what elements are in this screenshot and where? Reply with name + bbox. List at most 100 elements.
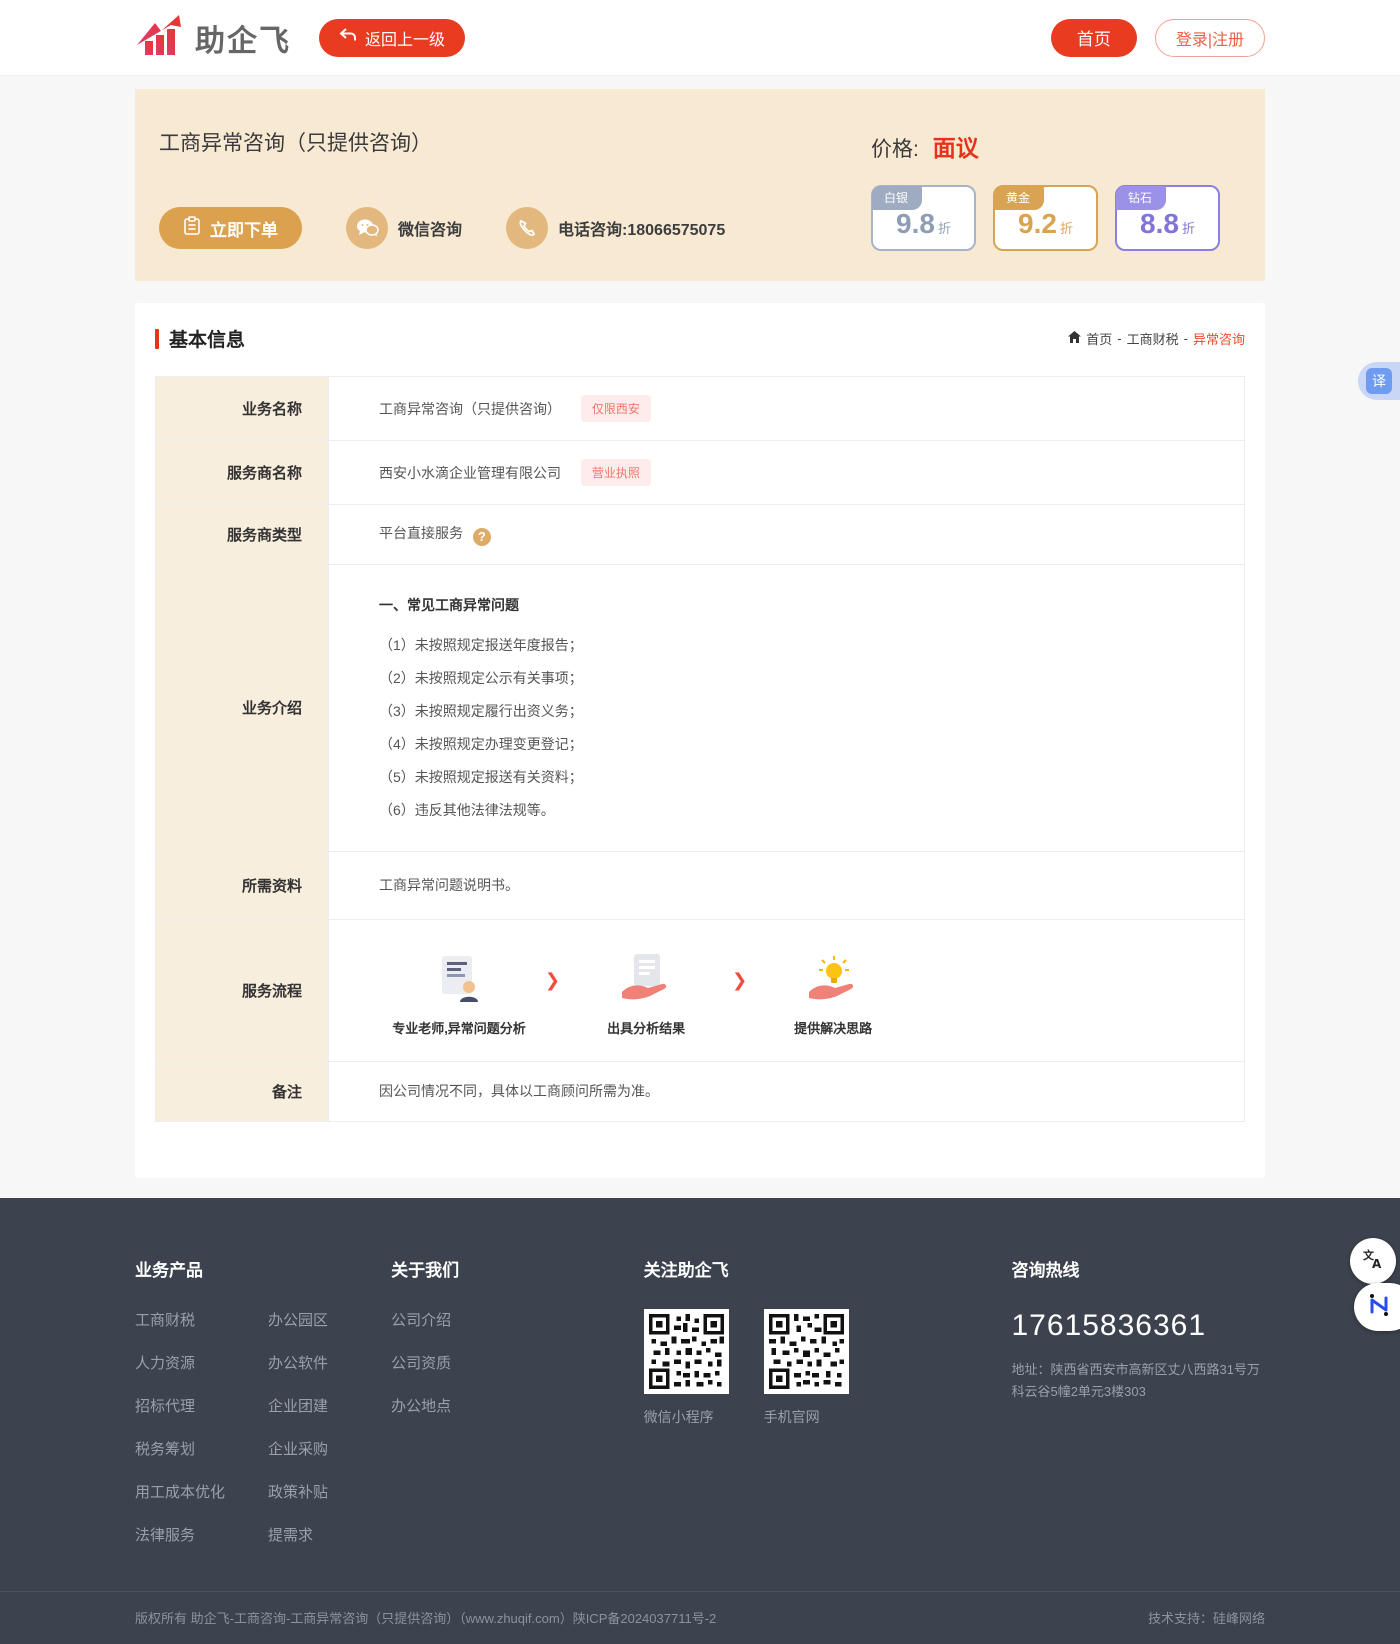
service-flow: 专业老师,异常问题分析 ❯ (379, 938, 1224, 1043)
phone-consult[interactable]: 电话咨询:18066575075 (506, 207, 725, 249)
section-title: 基本信息 (155, 325, 245, 352)
back-icon (339, 27, 357, 48)
home-button[interactable]: 首页 (1051, 19, 1137, 57)
breadcrumb-home[interactable]: 首页 (1086, 329, 1112, 348)
hand-document-icon (620, 952, 672, 1004)
table-row-intro: 业务介绍 一、常见工商异常问题 （1）未按照规定报送年度报告； （2）未按照规定… (156, 564, 1245, 851)
table-row-provider-type: 服务商类型 平台直接服务 ? (156, 505, 1245, 565)
qr-mobile-site-label: 手机官网 (764, 1407, 849, 1427)
back-button[interactable]: 返回上一级 (319, 19, 465, 57)
google-translate-fab[interactable]: 文 A (1350, 1238, 1396, 1284)
breadcrumb-sep: - (1117, 331, 1121, 346)
footer-link[interactable]: 公司资质 (391, 1352, 583, 1373)
logo-icon (135, 13, 187, 62)
tier-diamond-tag: 钻石 (1116, 186, 1166, 210)
intro-item: （2）未按照规定公示有关事项； (379, 662, 1224, 695)
qr-code-image (764, 1309, 849, 1394)
order-now-label: 立即下单 (210, 216, 278, 241)
wechat-consult-label: 微信咨询 (398, 216, 462, 240)
intro-item: （5）未按照规定报送有关资料； (379, 761, 1224, 794)
section-title-bar (155, 329, 159, 349)
back-button-label: 返回上一级 (365, 26, 445, 50)
tech-support-text: 技术支持：硅峰网络 (1148, 1608, 1265, 1627)
translate-icon: 译 (1366, 368, 1392, 394)
flow-step-2-label: 出具分析结果 (607, 1018, 685, 1037)
footer-bottom-bar: 版权所有 助企飞-工商咨询-工商异常咨询（只提供咨询）（www.zhuqif.c… (0, 1591, 1400, 1644)
tier-gold[interactable]: 黄金 9.2 折 (993, 185, 1098, 251)
table-row-provider: 服务商名称 西安小水滴企业管理有限公司 营业执照 (156, 441, 1245, 505)
service-name-value: 工商异常咨询（只提供咨询） (379, 401, 561, 417)
footer-link[interactable]: 法律服务 (135, 1524, 240, 1545)
breadcrumb-sep: - (1184, 331, 1188, 346)
footer-link[interactable]: 税务筹划 (135, 1438, 240, 1459)
tier-diamond-discount: 8.8 (1140, 208, 1179, 240)
intro-item: （3）未按照规定履行出资义务； (379, 695, 1224, 728)
footer-hotline-column: 咨询热线 17615836361 地址：陕西省西安市高新区丈八西路31号万科云谷… (1011, 1256, 1265, 1545)
footer-link[interactable]: 办公地点 (391, 1395, 583, 1416)
breadcrumb-section[interactable]: 工商财税 (1127, 329, 1179, 348)
tier-gold-discount: 9.2 (1018, 208, 1057, 240)
footer-link[interactable]: 工商财税 (135, 1309, 240, 1330)
footer-link[interactable]: 办公软件 (268, 1352, 379, 1373)
price-row: 价格: 面议 (871, 129, 1241, 163)
breadcrumb-current: 异常咨询 (1193, 329, 1245, 348)
flow-arrow-icon: ❯ (732, 970, 747, 991)
intro-item: （1）未按照规定报送年度报告； (379, 629, 1224, 662)
footer-link[interactable]: 提需求 (268, 1524, 379, 1545)
footer-link[interactable]: 人力资源 (135, 1352, 240, 1373)
tier-silver[interactable]: 白银 9.8 折 (871, 185, 976, 251)
tier-diamond[interactable]: 钻石 8.8 折 (1115, 185, 1220, 251)
qr-miniprogram: 微信小程序 (644, 1309, 729, 1427)
price-label: 价格: (871, 138, 919, 161)
footer-about-title: 关于我们 (391, 1256, 583, 1281)
row-label: 服务商类型 (156, 505, 329, 565)
logo[interactable]: 助企飞 (135, 13, 291, 62)
tier-gold-unit: 折 (1060, 218, 1073, 237)
wechat-icon (346, 207, 388, 249)
footer-link[interactable]: 企业采购 (268, 1438, 379, 1459)
footer-products-column: 业务产品 工商财税 办公园区 人力资源 办公软件 招标代理 企业团建 税务筹划 … (135, 1256, 379, 1545)
region-badge: 仅限西安 (581, 395, 651, 422)
clipboard-icon (183, 216, 201, 241)
wechat-consult[interactable]: 微信咨询 (346, 207, 462, 249)
hotline-number: 17615836361 (1011, 1309, 1265, 1343)
login-register-button[interactable]: 登录|注册 (1155, 19, 1265, 57)
table-row-materials: 所需资料 工商异常问题说明书。 (156, 851, 1245, 919)
footer-link[interactable]: 政策补贴 (268, 1481, 379, 1502)
order-now-button[interactable]: 立即下单 (159, 207, 302, 249)
intro-item: （6）违反其他法律法规等。 (379, 794, 1224, 827)
row-label: 服务商名称 (156, 441, 329, 505)
footer-link[interactable]: 用工成本优化 (135, 1481, 240, 1502)
network-icon (1366, 1292, 1392, 1323)
flow-step-3-label: 提供解决思路 (794, 1018, 872, 1037)
hotline-title: 咨询热线 (1011, 1256, 1265, 1281)
remark-value: 因公司情况不同，具体以工商顾问所需为准。 (329, 1061, 1245, 1121)
basic-info-card: 基本信息 首页 - 工商财税 - 异常咨询 业务名称 工商异常咨询（只提供咨询）… (135, 303, 1265, 1178)
footer-link[interactable]: 招标代理 (135, 1395, 240, 1416)
materials-value: 工商异常问题说明书。 (329, 851, 1245, 919)
tier-silver-tag: 白银 (872, 186, 922, 210)
footer-about-column: 关于我们 公司介绍 公司资质 办公地点 (391, 1256, 583, 1545)
flow-step-3: 提供解决思路 (753, 952, 913, 1037)
help-icon[interactable]: ? (473, 528, 491, 546)
page: 助企飞 返回上一级 首页 登录|注册 工商异常咨询（只提供咨询） (0, 0, 1400, 1644)
header: 助企飞 返回上一级 首页 登录|注册 (0, 0, 1400, 76)
qr-code-image (644, 1309, 729, 1394)
row-label: 备注 (156, 1061, 329, 1121)
price-value: 面议 (933, 135, 979, 161)
service-title: 工商异常咨询（只提供咨询） (159, 127, 871, 157)
row-label: 业务名称 (156, 377, 329, 441)
qr-mobile-site: 手机官网 (764, 1309, 849, 1427)
table-row-flow: 服务流程 (156, 919, 1245, 1061)
translate-side-tab[interactable]: 译 (1358, 362, 1400, 400)
footer-link[interactable]: 企业团建 (268, 1395, 379, 1416)
hero-section: 工商异常咨询（只提供咨询） 立即下单 (135, 89, 1265, 281)
license-badge[interactable]: 营业执照 (581, 459, 651, 486)
table-row-name: 业务名称 工商异常咨询（只提供咨询） 仅限西安 (156, 377, 1245, 441)
footer-link[interactable]: 公司介绍 (391, 1309, 583, 1330)
share-network-fab[interactable] (1354, 1283, 1400, 1331)
tier-diamond-unit: 折 (1182, 218, 1195, 237)
flow-arrow-icon: ❯ (545, 970, 560, 991)
phone-icon (506, 207, 548, 249)
footer-link[interactable]: 办公园区 (268, 1309, 379, 1330)
